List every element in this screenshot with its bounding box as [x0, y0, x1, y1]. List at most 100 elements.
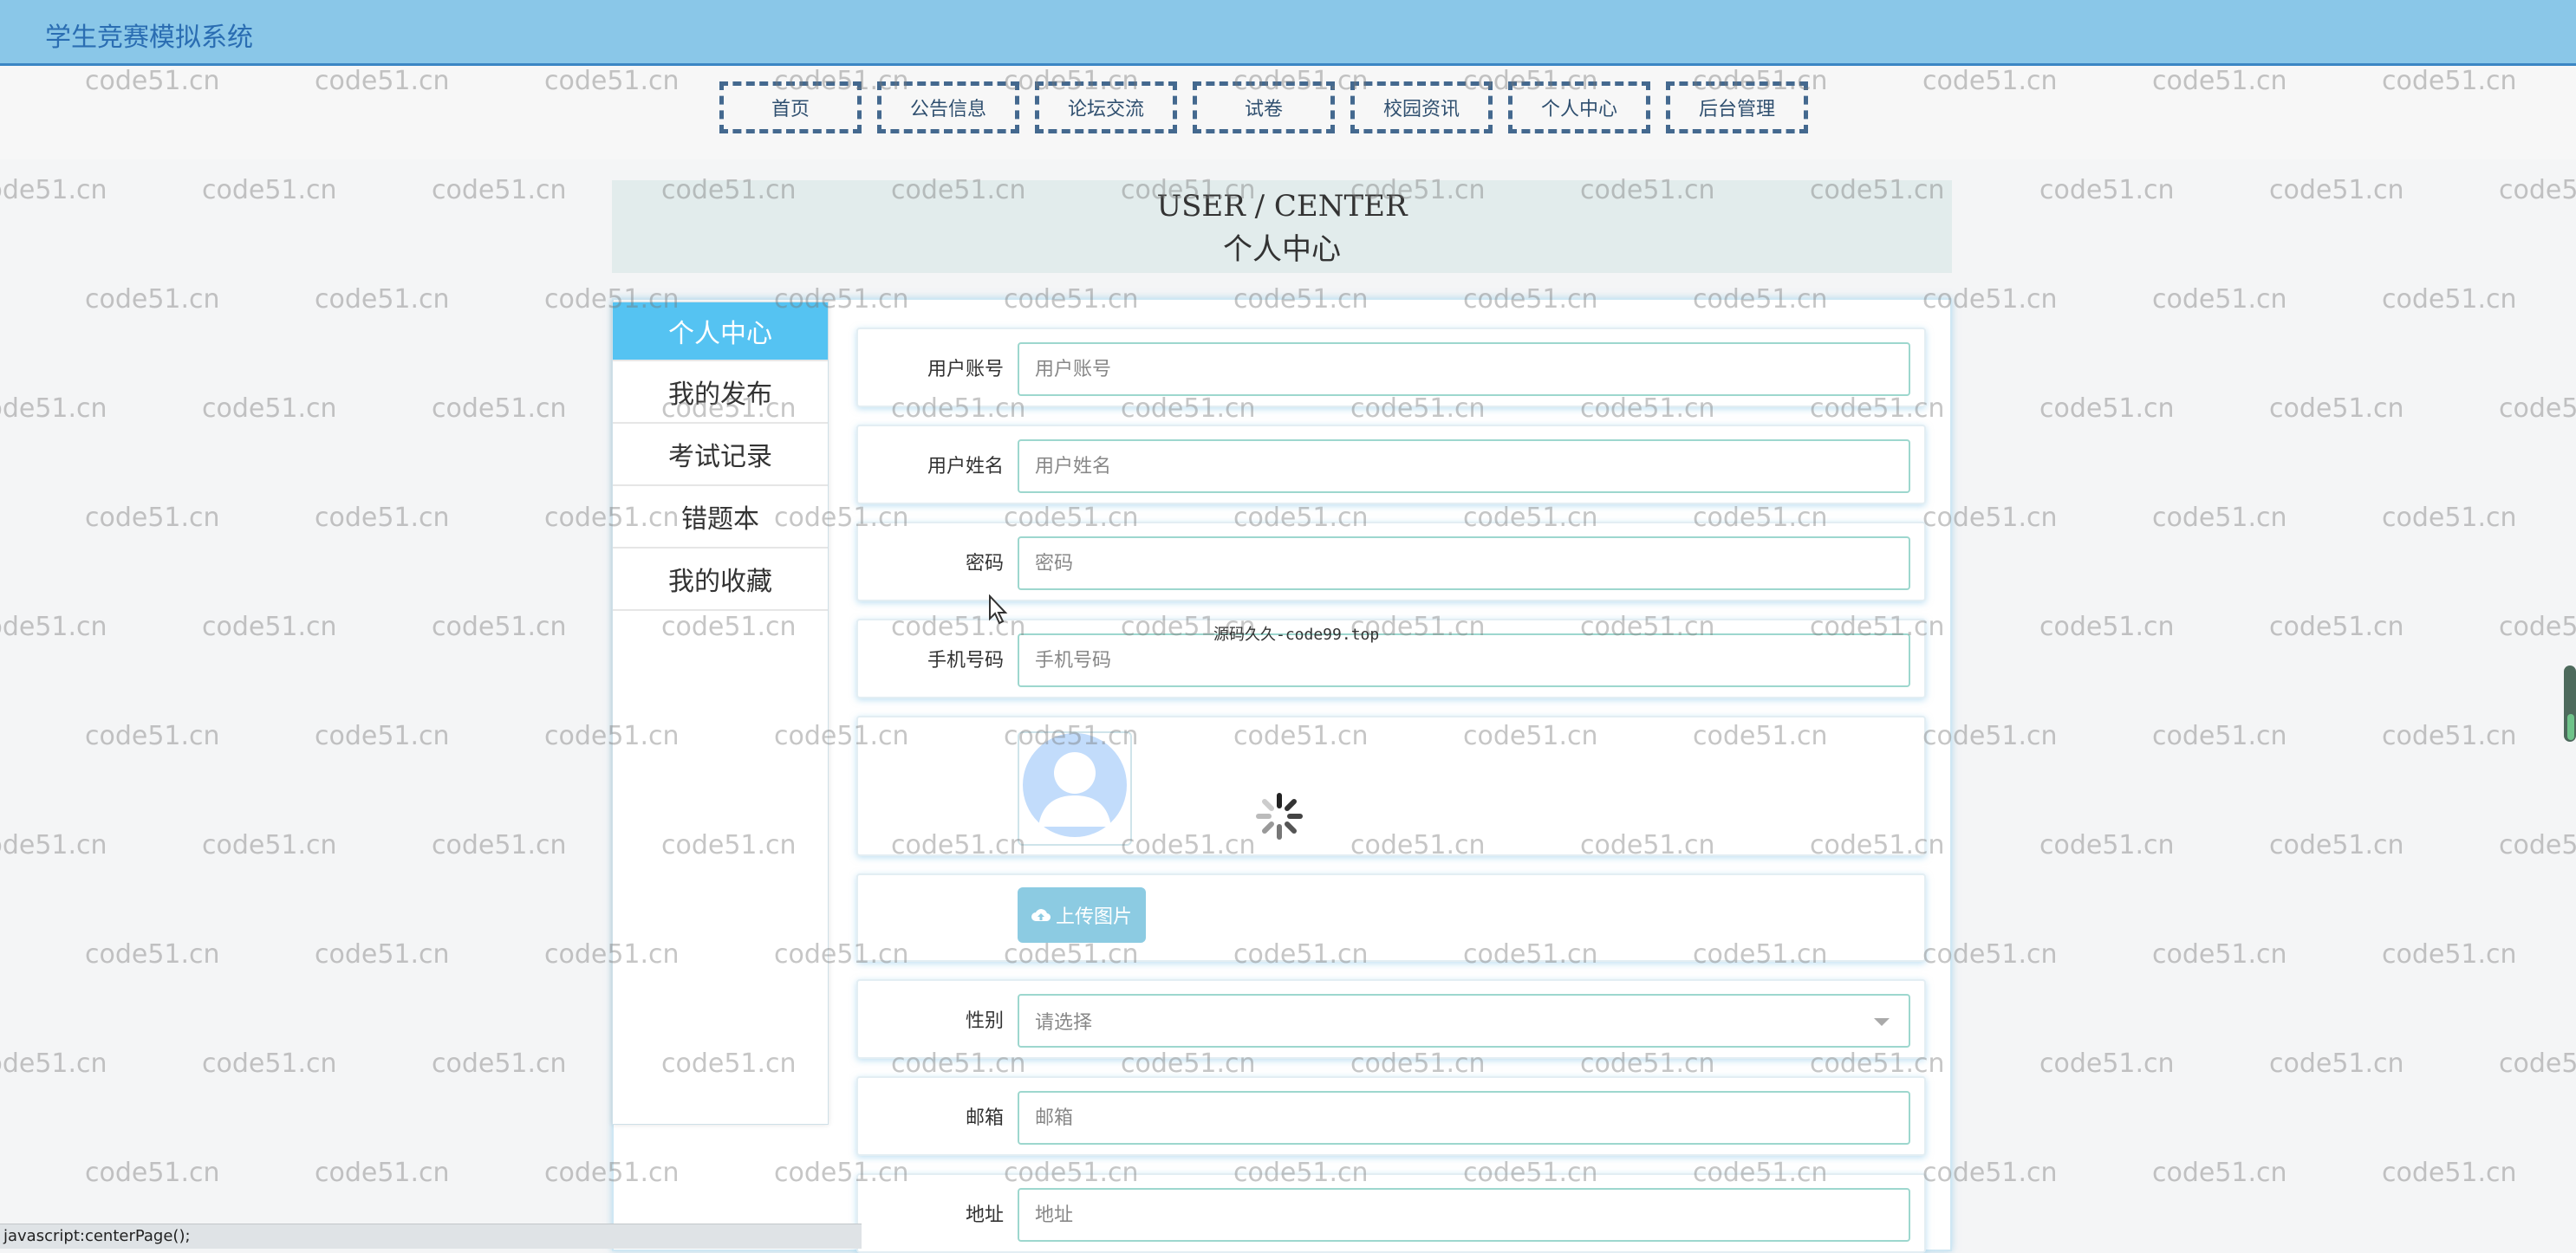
nav-admin[interactable]: 后台管理 [1666, 81, 1808, 133]
upload-image-label: 上传图片 [1055, 906, 1132, 928]
watermark-text: code51.cn [202, 830, 337, 860]
main-nav: 首页 公告信息 论坛交流 试卷 校园资讯 个人中心 后台管理 [719, 81, 1808, 133]
user-avatar-icon[interactable] [1018, 731, 1132, 846]
watermark-text: code51.cn [315, 721, 450, 751]
watermark-text: code51.cn [0, 393, 107, 424]
avatar-row [856, 716, 1926, 856]
sidebar-item-wrong-questions[interactable]: 错题本 [613, 486, 828, 549]
app-title: 学生竞赛模拟系统 [45, 23, 253, 53]
account-input[interactable] [1018, 342, 1910, 396]
name-row: 用户姓名 [856, 425, 1926, 504]
watermark-text: code51.cn [85, 1158, 220, 1188]
nav-campus-news[interactable]: 校园资讯 [1350, 81, 1493, 133]
watermark-text: code51.cn [2152, 939, 2287, 970]
watermark-text: code51.cn [0, 612, 107, 642]
mouse-pointer-icon [989, 594, 1008, 625]
watermark-text: code51.cn [315, 1158, 450, 1188]
sidebar: 个人中心 我的发布 考试记录 错题本 我的收藏 [612, 302, 829, 1125]
watermark-text: code51.cn [2499, 1048, 2576, 1079]
watermark-text: code51.cn [432, 175, 567, 205]
sidebar-item-favorites[interactable]: 我的收藏 [613, 549, 828, 611]
gender-label: 性别 [965, 1010, 1004, 1032]
address-input[interactable] [1018, 1188, 1910, 1242]
sidebar-item-user-center[interactable]: 个人中心 [613, 302, 828, 361]
nav-home[interactable]: 首页 [719, 81, 862, 133]
watermark-text: code51.cn [202, 175, 337, 205]
page-heading-cn: 个人中心 [1223, 232, 1341, 267]
chevron-down-icon [1874, 1018, 1890, 1026]
gender-row: 性别 请选择 [856, 979, 1926, 1059]
nav-band: 首页 公告信息 论坛交流 试卷 校园资讯 个人中心 后台管理 [0, 66, 2576, 159]
watermark-text: code51.cn [0, 830, 107, 860]
address-row: 地址 [856, 1173, 1926, 1253]
watermark-text: code51.cn [85, 721, 220, 751]
watermark-text: code51.cn [315, 284, 450, 315]
watermark-text: code51.cn [2382, 503, 2517, 533]
scrollbar-indicator [2567, 714, 2574, 740]
watermark-text: code51.cn [432, 830, 567, 860]
watermark-text: code51.cn [85, 939, 220, 970]
watermark-text: code51.cn [2152, 1158, 2287, 1188]
password-label: 密码 [965, 553, 1004, 575]
page-heading: USER / CENTER 个人中心 [612, 180, 1952, 273]
gender-selected-value: 请选择 [1035, 1012, 1093, 1034]
watermark-text: code51.cn [2499, 830, 2576, 860]
top-header: 学生竞赛模拟系统 [0, 0, 2576, 66]
loading-spinner-icon [1256, 793, 1303, 840]
watermark-text: code51.cn [85, 503, 220, 533]
email-row: 邮箱 [856, 1076, 1926, 1156]
overlay-caption: 源码久久-code99.top [1213, 626, 1380, 644]
nav-announcements[interactable]: 公告信息 [877, 81, 1019, 133]
password-input[interactable] [1018, 536, 1910, 590]
watermark-text: code51.cn [2499, 393, 2576, 424]
sidebar-item-exam-records[interactable]: 考试记录 [613, 424, 828, 486]
watermark-text: code51.cn [2269, 830, 2404, 860]
email-label: 邮箱 [965, 1107, 1004, 1129]
watermark-text: code51.cn [432, 1048, 567, 1079]
phone-input[interactable] [1018, 633, 1910, 687]
watermark-text: code51.cn [432, 612, 567, 642]
watermark-text: code51.cn [2269, 393, 2404, 424]
watermark-text: code51.cn [2382, 1158, 2517, 1188]
watermark-text: code51.cn [2382, 939, 2517, 970]
upload-image-button[interactable]: 上传图片 [1018, 887, 1146, 943]
watermark-text: code51.cn [2039, 393, 2175, 424]
watermark-text: code51.cn [2152, 503, 2287, 533]
watermark-text: code51.cn [2152, 284, 2287, 315]
address-label: 地址 [965, 1204, 1004, 1226]
page-heading-en: USER / CENTER [1156, 189, 1408, 224]
watermark-text: code51.cn [2499, 612, 2576, 642]
watermark-text: code51.cn [2269, 612, 2404, 642]
name-input[interactable] [1018, 439, 1910, 493]
nav-forum[interactable]: 论坛交流 [1035, 81, 1177, 133]
watermark-text: code51.cn [2039, 830, 2175, 860]
watermark-text: code51.cn [202, 1048, 337, 1079]
watermark-text: code51.cn [2382, 284, 2517, 315]
nav-user-center[interactable]: 个人中心 [1508, 81, 1650, 133]
phone-row: 手机号码 [856, 619, 1926, 698]
password-row: 密码 [856, 522, 1926, 601]
watermark-text: code51.cn [315, 939, 450, 970]
gender-select[interactable]: 请选择 [1018, 994, 1910, 1048]
watermark-text: code51.cn [432, 393, 567, 424]
watermark-text: code51.cn [2039, 612, 2175, 642]
sidebar-item-my-posts[interactable]: 我的发布 [613, 361, 828, 424]
watermark-text: code51.cn [2152, 721, 2287, 751]
phone-label: 手机号码 [927, 650, 1004, 672]
watermark-text: code51.cn [2039, 175, 2175, 205]
watermark-text: code51.cn [202, 612, 337, 642]
account-label: 用户账号 [927, 359, 1004, 380]
account-row: 用户账号 [856, 328, 1926, 407]
watermark-text: code51.cn [2269, 175, 2404, 205]
nav-exam-papers[interactable]: 试卷 [1193, 81, 1335, 133]
watermark-text: code51.cn [315, 503, 450, 533]
upload-row: 上传图片 [856, 873, 1926, 962]
email-input[interactable] [1018, 1091, 1910, 1145]
watermark-text: code51.cn [85, 284, 220, 315]
watermark-text: code51.cn [2269, 1048, 2404, 1079]
name-label: 用户姓名 [927, 456, 1004, 477]
watermark-text: code51.cn [2382, 721, 2517, 751]
watermark-text: code51.cn [2499, 175, 2576, 205]
watermark-text: code51.cn [0, 175, 107, 205]
browser-status-bar: javascript:centerPage(); [0, 1224, 862, 1249]
